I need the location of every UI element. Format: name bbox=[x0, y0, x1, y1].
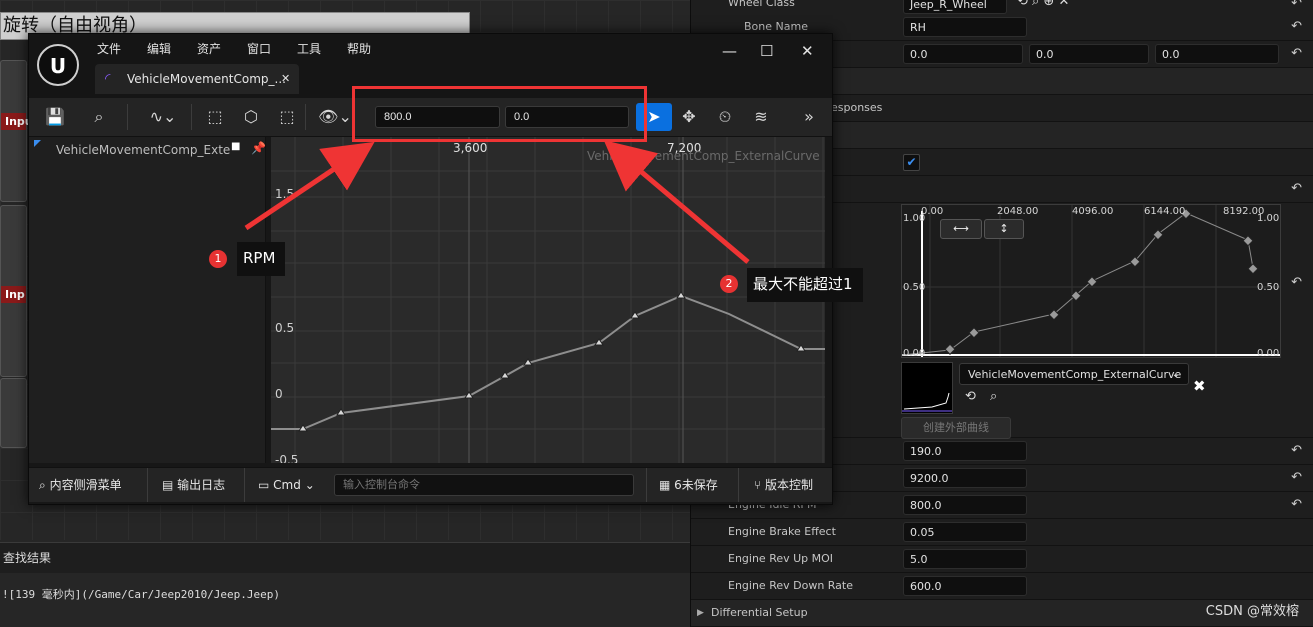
annotation-1-number: 1 bbox=[209, 250, 227, 268]
arrow-1 bbox=[244, 141, 375, 231]
arrow-2 bbox=[603, 140, 750, 264]
annotation-1-label: RPM bbox=[237, 242, 286, 276]
annotation-2-label: 最大不能超过1 bbox=[747, 268, 863, 302]
annotation-2-number: 2 bbox=[720, 275, 738, 293]
annotation-arrows bbox=[244, 140, 750, 264]
